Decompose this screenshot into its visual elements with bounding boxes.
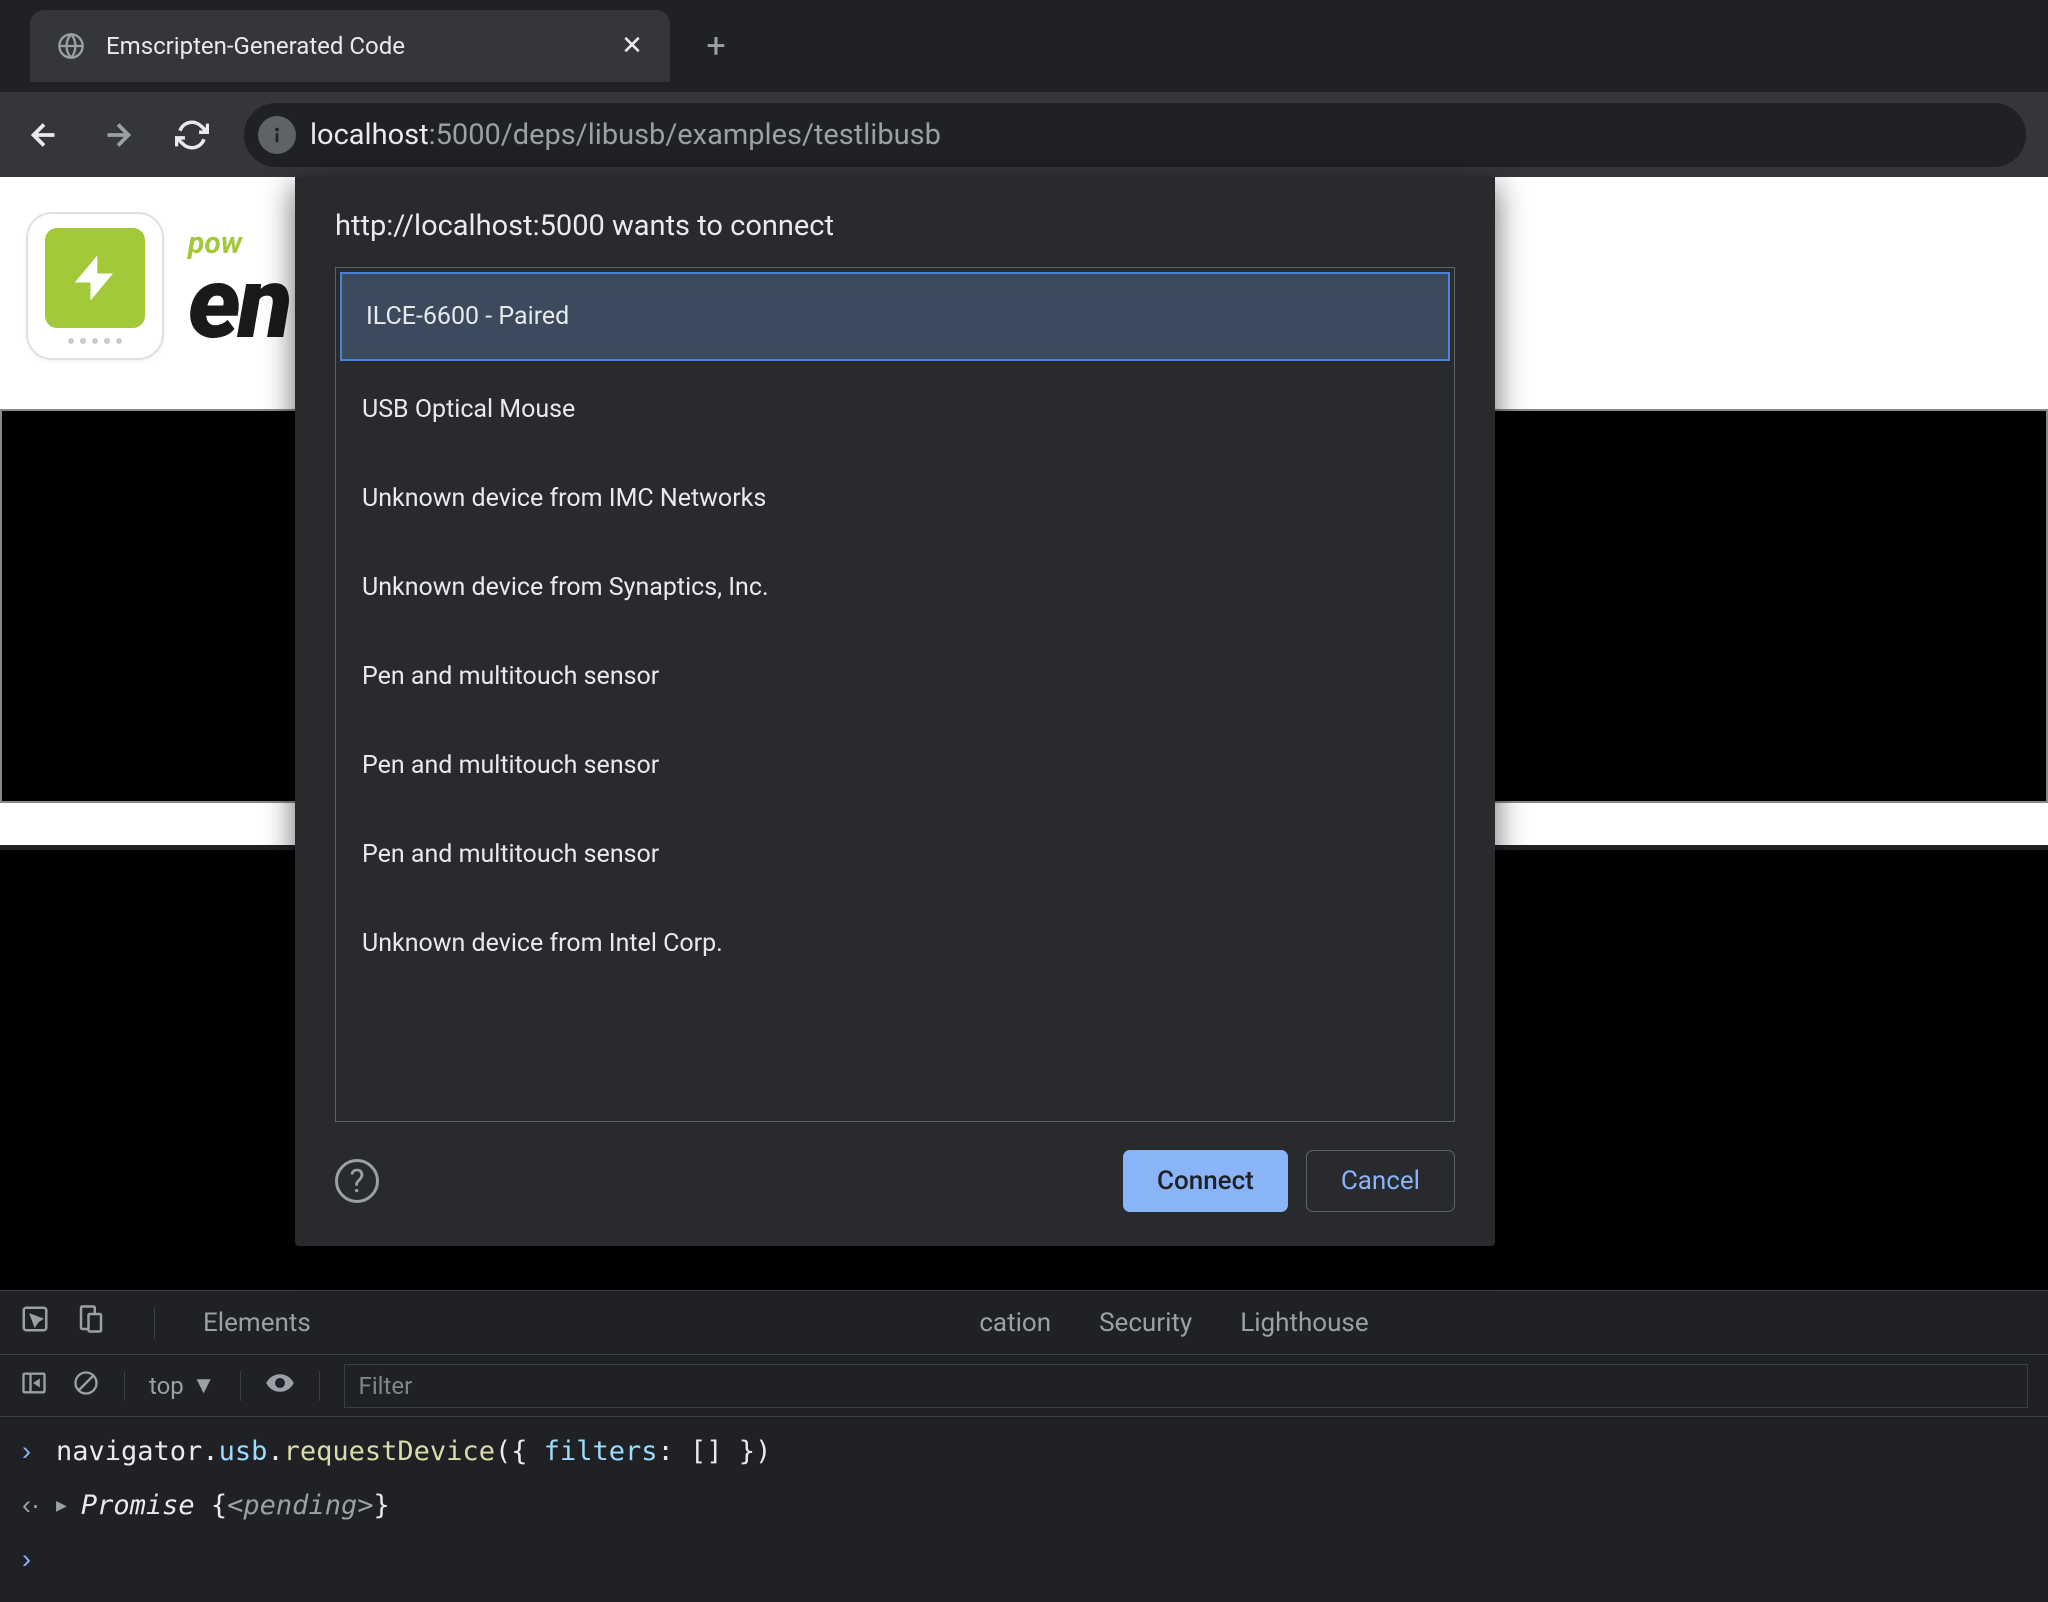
tab-console[interactable]	[359, 1308, 430, 1338]
device-item[interactable]: Pen and multitouch sensor	[336, 810, 1454, 899]
chevron-down-icon: ▼	[192, 1371, 216, 1400]
device-item[interactable]: Pen and multitouch sensor	[336, 721, 1454, 810]
inspect-icon[interactable]	[20, 1304, 50, 1341]
console-output-line: ‹· ▶ Promise {<pending>}	[0, 1479, 2048, 1533]
browser-tab[interactable]: Emscripten-Generated Code ✕	[30, 10, 670, 82]
reload-button[interactable]	[170, 113, 214, 157]
device-item[interactable]: Unknown device from IMC Networks	[336, 454, 1454, 543]
forward-button[interactable]	[96, 113, 140, 157]
tab-application[interactable]: cation	[947, 1308, 1051, 1338]
devtools-panel: Elements cation Security Lighthouse top …	[0, 1290, 2048, 1602]
filter-input[interactable]: Filter	[344, 1364, 2028, 1408]
context-selector[interactable]: top ▼	[149, 1371, 216, 1400]
help-icon[interactable]: ?	[335, 1159, 379, 1203]
tab-sources[interactable]	[478, 1308, 536, 1338]
cancel-button[interactable]: Cancel	[1306, 1150, 1455, 1212]
console-output[interactable]: › navigator.usb.requestDevice({ filters:…	[0, 1417, 2048, 1595]
device-item[interactable]: Unknown device from Synaptics, Inc.	[336, 543, 1454, 632]
console-prompt[interactable]: ›	[0, 1533, 2048, 1587]
tab-lighthouse[interactable]: Lighthouse	[1240, 1308, 1368, 1338]
device-toggle-icon[interactable]	[76, 1304, 106, 1341]
sidebar-toggle-icon[interactable]	[20, 1369, 48, 1403]
info-icon[interactable]	[258, 116, 296, 154]
device-item[interactable]: ILCE-6600 - Paired	[340, 272, 1450, 361]
back-button[interactable]	[22, 113, 66, 157]
input-chevron-icon: ›	[22, 1429, 42, 1475]
tab-memory[interactable]	[841, 1308, 899, 1338]
new-tab-button[interactable]: +	[692, 22, 740, 70]
globe-icon	[54, 29, 88, 63]
url-text: localhost:5000/deps/libusb/examples/test…	[310, 118, 941, 152]
eye-icon[interactable]	[265, 1368, 295, 1404]
dialog-title: http://localhost:5000 wants to connect	[295, 177, 1495, 267]
tab-title: Emscripten-Generated Code	[106, 32, 600, 60]
device-item[interactable]: USB Optical Mouse	[336, 365, 1454, 454]
connect-button[interactable]: Connect	[1123, 1150, 1288, 1212]
device-list: ILCE-6600 - Paired USB Optical Mouse Unk…	[335, 267, 1455, 1122]
usb-device-dialog: http://localhost:5000 wants to connect I…	[295, 177, 1495, 1246]
output-chevron-icon: ‹·	[22, 1483, 42, 1529]
device-item[interactable]: Pen and multitouch sensor	[336, 632, 1454, 721]
tab-network[interactable]	[584, 1308, 655, 1338]
emscripten-logo	[26, 212, 164, 360]
expand-icon[interactable]: ▶	[56, 1491, 67, 1522]
input-chevron-icon: ›	[22, 1537, 42, 1583]
device-item[interactable]: Unknown device from Intel Corp.	[336, 899, 1454, 988]
tab-elements[interactable]: Elements	[203, 1308, 311, 1338]
clear-console-icon[interactable]	[72, 1369, 100, 1403]
tab-performance[interactable]	[703, 1308, 793, 1338]
console-input-line: › navigator.usb.requestDevice({ filters:…	[0, 1425, 2048, 1479]
wordmark: pow en	[188, 226, 290, 346]
close-icon[interactable]: ✕	[618, 32, 646, 60]
address-bar[interactable]: localhost:5000/deps/libusb/examples/test…	[244, 103, 2026, 167]
tab-security[interactable]: Security	[1099, 1308, 1192, 1338]
